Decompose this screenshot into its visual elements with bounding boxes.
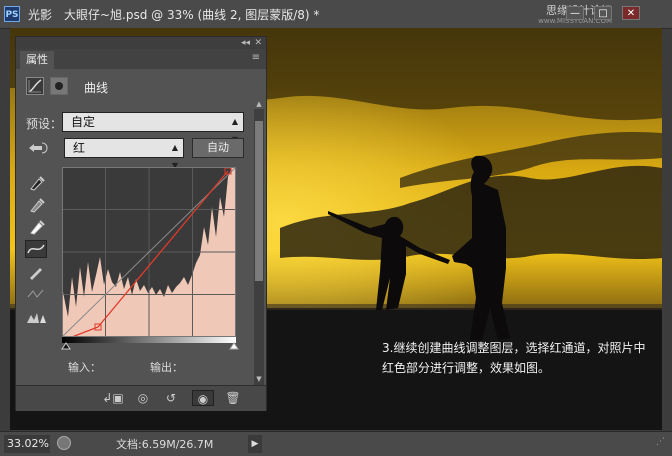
scroll-up-icon[interactable]: ▲ bbox=[254, 100, 264, 109]
output-label: 输出： bbox=[150, 361, 183, 374]
collapse-panel-button[interactable]: ◂◂ bbox=[241, 37, 250, 49]
scroll-down-icon[interactable]: ▼ bbox=[254, 375, 264, 384]
target-adjust-icon[interactable] bbox=[26, 139, 50, 157]
white-point-slider[interactable] bbox=[229, 342, 239, 350]
input-label: 输入： bbox=[68, 361, 101, 374]
channel-select[interactable]: 红 ▲ ▼ bbox=[64, 138, 184, 170]
eyedropper-white-icon[interactable] bbox=[25, 217, 47, 235]
minimize-button[interactable]: — bbox=[566, 6, 584, 20]
title-bar: PS 光影 大眼仔~旭.psd @ 33% (曲线 2, 图层蒙版/8) * 思… bbox=[0, 0, 672, 29]
clipping-warning-icon[interactable] bbox=[25, 309, 47, 327]
trash-icon[interactable]: 🗑 bbox=[222, 390, 244, 406]
channel-value: 红 bbox=[73, 141, 86, 155]
slider-handles[interactable] bbox=[60, 341, 240, 351]
smooth-curve-icon[interactable] bbox=[25, 285, 47, 303]
scrollbar-thumb[interactable] bbox=[255, 121, 263, 281]
black-point-slider[interactable] bbox=[61, 342, 71, 350]
panel-scrollbar[interactable] bbox=[254, 109, 264, 387]
eye-icon[interactable]: ◉ bbox=[192, 390, 214, 406]
clip-to-layer-icon[interactable]: ↲▣ bbox=[102, 390, 124, 406]
panel-bottom-bar: ↲▣ ◎ ↺ ◉ 🗑 bbox=[16, 385, 266, 411]
mask-icon[interactable] bbox=[50, 77, 68, 95]
document-info: 文档:6.59M/26.7M bbox=[116, 438, 214, 451]
panel-menu-icon[interactable]: ≡ bbox=[252, 52, 260, 63]
panel-header: ◂◂ ✕ bbox=[16, 37, 266, 49]
window-title: 光影 大眼仔~旭.psd @ 33% (曲线 2, 图层蒙版/8) * bbox=[28, 8, 320, 22]
view-previous-icon[interactable]: ◎ bbox=[132, 390, 154, 406]
status-menu-arrow-icon[interactable]: ▶ bbox=[248, 435, 262, 453]
tutorial-caption: 3.继续创建曲线调整图层，选择红通道，对照片中红色部分进行调整，效果如图。 bbox=[382, 341, 646, 375]
adjustment-title: 曲线 bbox=[84, 81, 109, 95]
close-panel-button[interactable]: ✕ bbox=[254, 37, 262, 49]
curves-icon[interactable] bbox=[26, 77, 44, 95]
preset-label: 预设： bbox=[26, 117, 63, 131]
preset-value: 自定 bbox=[71, 115, 96, 129]
reset-icon[interactable]: ↺ bbox=[160, 390, 182, 406]
properties-panel: ◂◂ ✕ 属性 ≡ 曲线 预设： 自定 ▲▼ 红 ▲▼ 自动 bbox=[15, 36, 267, 411]
status-info-icon[interactable] bbox=[57, 436, 71, 450]
tab-properties[interactable]: 属性 bbox=[20, 51, 54, 69]
eyedropper-black-icon[interactable] bbox=[25, 173, 47, 191]
panel-tab-row: 属性 ≡ bbox=[16, 49, 266, 69]
zoom-level[interactable]: 33.02% bbox=[4, 435, 50, 453]
status-bar: 33.02% 文档:6.59M/26.7M ▶ ⋰ bbox=[0, 431, 672, 456]
preset-select[interactable]: 自定 ▲▼ bbox=[62, 112, 244, 144]
auto-button[interactable]: 自动 bbox=[192, 138, 244, 158]
curves-graph[interactable] bbox=[61, 166, 237, 338]
eyedropper-gray-icon[interactable] bbox=[25, 195, 47, 213]
pencil-icon[interactable] bbox=[25, 263, 47, 281]
resize-grip-icon[interactable]: ⋰ bbox=[656, 437, 670, 451]
curve-point-tool-icon[interactable] bbox=[25, 240, 47, 258]
maximize-button[interactable]: □ bbox=[594, 6, 612, 20]
close-window-button[interactable]: ✕ bbox=[622, 6, 640, 20]
photoshop-logo-icon: PS bbox=[4, 6, 20, 22]
